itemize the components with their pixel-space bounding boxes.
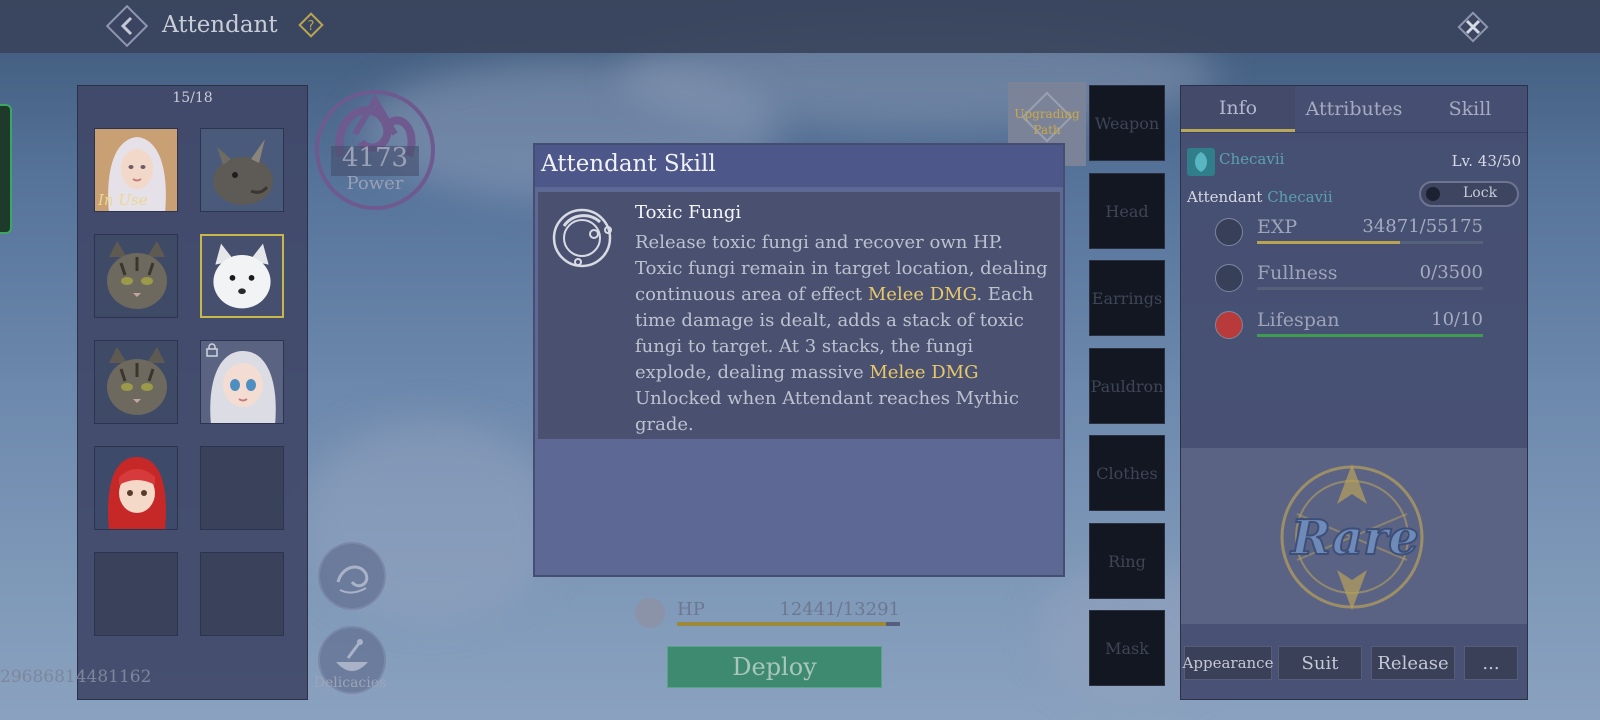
in-use-label: In Use [98,191,148,209]
skill-desc-highlight: Melee DMG [869,362,979,383]
stat-label: Fullness [1257,262,1338,284]
close-button[interactable] [1454,8,1492,46]
tabs-divider [1181,132,1527,133]
stat-bar [1257,287,1483,290]
delicacies-label: Delicacies [313,675,387,691]
appearance-button[interactable]: Appearance [1183,646,1273,680]
top-bar: Attendant ? [0,0,1600,53]
hp-label: HP [677,599,705,620]
attendant-list-panel: 15/18 In Use [77,85,308,700]
lock-icon [206,343,218,357]
fullness-icon [1215,264,1243,292]
skill-name: Toxic Fungi [635,202,742,223]
attendant-feature-button[interactable] [318,542,386,610]
stat-fullness: Fullness 0/3500 [1215,262,1483,298]
tab-skill[interactable]: Skill [1413,86,1527,132]
attendant-slot-empty[interactable] [94,552,178,636]
tab-attributes[interactable]: Attributes [1297,86,1411,132]
stat-value: 0/3500 [1419,262,1483,283]
heart-icon [1215,311,1243,339]
hp-drop-icon [635,598,665,628]
stat-bar [1257,241,1483,244]
stat-exp: EXP 34871/55175 [1215,216,1483,252]
leaf-icon [1195,152,1207,172]
svg-text:?: ? [308,19,315,34]
equip-slot-clothes[interactable]: Clothes [1089,435,1165,511]
equip-slot-pauldron[interactable]: Pauldron [1089,348,1165,424]
attendant-skill-dialog: Attendant Skill Toxic Fungi Release toxi… [533,143,1065,577]
attendant-count: 15/18 [172,90,213,106]
skill-desc-highlight: Melee DMG [867,284,977,305]
attendant-type-name: Checavii [1267,188,1333,206]
skill-description: Release toxic fungi and recover own HP. … [635,230,1050,438]
side-tab[interactable] [0,104,12,234]
help-icon: ? [298,12,324,38]
toxic-fungi-skill-icon [552,208,612,268]
back-arrow-icon [105,4,149,48]
tab-info[interactable]: Info [1181,86,1295,132]
attendant-type-icon [1187,148,1215,176]
equip-slot-mask[interactable]: Mask [1089,610,1165,686]
close-icon [1457,11,1489,43]
lock-label: Lock [1463,185,1498,201]
rarity-area: Rare [1181,448,1527,624]
attendant-prefix: Attendant [1187,188,1263,206]
power-value: 4173 [341,143,409,173]
attendant-slot-empty[interactable] [200,446,284,530]
equip-slot-ring[interactable]: Ring [1089,523,1165,599]
attendant-slot-3[interactable] [94,234,178,318]
deploy-label: Deploy [732,653,817,681]
hp-bar [677,622,900,626]
stat-bar-fill [1257,334,1483,337]
back-button[interactable] [105,4,149,48]
stat-value: 34871/55175 [1362,216,1483,237]
attendant-slot-1[interactable]: In Use [94,128,178,212]
tabby-cat-portrait [95,341,177,423]
suit-button[interactable]: Suit [1278,646,1362,680]
skill-unlock-text: Unlocked when Attendant reaches Mythic g… [635,388,1019,435]
attendant-slot-7[interactable] [94,446,178,530]
rarity-label: Rare [1290,509,1420,567]
help-button[interactable]: ? [298,12,324,38]
page-title: Attendant [162,12,278,38]
skill-entry: Toxic Fungi Release toxic fungi and reco… [538,192,1060,439]
stat-label: Lifespan [1257,309,1340,331]
attendant-slot-2[interactable] [200,128,284,212]
lock-toggle[interactable]: Lock [1419,181,1519,207]
attendant-slot-4[interactable] [200,234,284,318]
hp-value: 12441/13291 [779,599,900,620]
skill-dialog-header: Attendant Skill [535,145,1063,187]
stat-lifespan: Lifespan 10/10 [1215,309,1483,345]
power-label: Power [346,173,404,194]
attendant-slot-5[interactable] [94,340,178,424]
attendant-name: Checavii [1219,150,1285,168]
equip-slot-head[interactable]: Head [1089,173,1165,249]
stat-bar [1257,334,1483,337]
lock-toggle-knob [1426,187,1440,201]
release-button[interactable]: Release [1371,646,1455,680]
exp-icon [1215,218,1243,246]
info-panel: Info Attributes Skill Checavii Lv. 43/50… [1180,85,1528,700]
tabby-cat-portrait [95,235,177,317]
upgrading-path-label: Upgrading Path [1014,107,1080,137]
attendant-level: Lv. 43/50 [1451,152,1521,170]
attendant-slot-empty[interactable] [200,552,284,636]
stat-bar-fill [1257,241,1400,244]
hp-bar-fill [677,622,886,626]
attendant-type-line: Attendant Checavii [1187,188,1333,206]
swirl-icon [336,565,369,594]
white-fox-portrait [202,236,282,316]
more-button[interactable]: ... [1464,646,1518,680]
rhino-portrait [201,129,283,211]
attendant-slot-6[interactable] [200,340,284,424]
deploy-button[interactable]: Deploy [667,646,882,688]
equip-slot-weapon[interactable]: Weapon [1089,85,1165,161]
equip-slot-earrings[interactable]: Earrings [1089,260,1165,336]
stat-label: EXP [1257,216,1298,238]
hp-row: HP 12441/13291 [635,596,900,630]
stat-value: 10/10 [1431,309,1483,330]
red-haired-doll-portrait [95,447,177,529]
user-id: 29686814481162 [0,667,152,687]
skill-dialog-title: Attendant Skill [541,151,716,177]
